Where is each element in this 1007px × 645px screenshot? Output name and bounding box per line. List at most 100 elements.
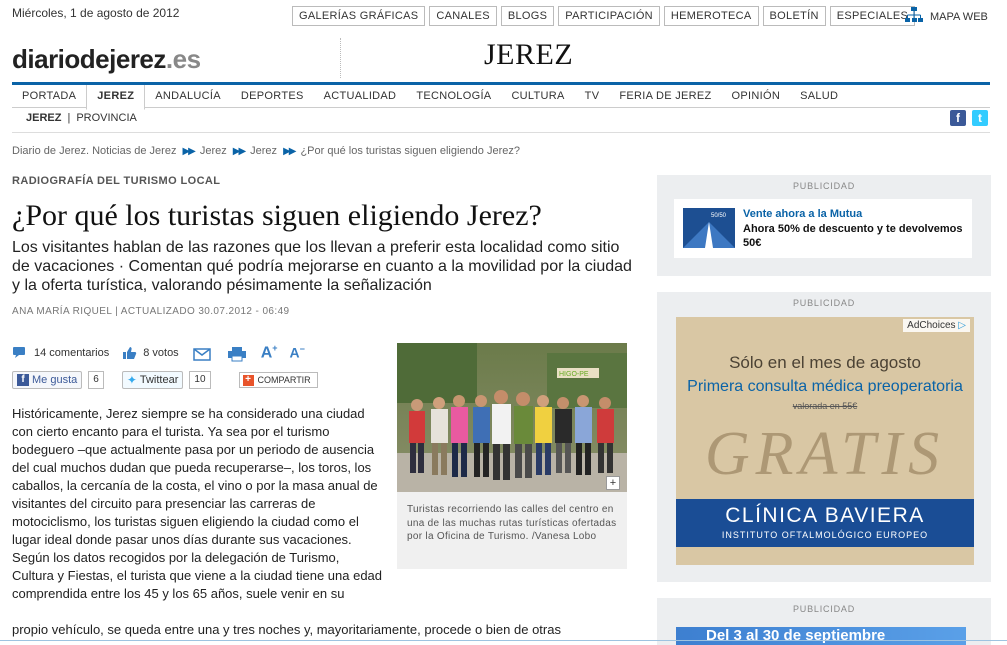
ad-mutua-image: 50/50 <box>683 208 735 248</box>
breadcrumb-arrow-icon: ▶▶ <box>182 145 195 157</box>
ad-block-3: PUBLICIDAD Del 3 al 30 de septiembre <box>657 598 991 645</box>
share-button[interactable]: + COMPARTIR <box>238 372 318 388</box>
ad-baviera[interactable]: AdChoices ▷ Sólo en el mes de agosto Pri… <box>676 317 974 565</box>
breadcrumb-arrow-icon: ▶▶ <box>232 145 246 157</box>
comments-count[interactable]: 14 comentarios <box>34 347 109 359</box>
font-decrease-button[interactable]: A− <box>290 344 305 361</box>
share-plus-icon: + <box>242 374 254 386</box>
tweet-button[interactable]: ✦ Twittear <box>121 371 184 389</box>
ad-mutua-desc: Ahora 50% de descuento y te devolvemos 5… <box>743 223 963 249</box>
breadcrumb-home[interactable]: Diario de Jerez. Noticias de Jerez <box>12 145 176 157</box>
article-body-continuation: propio vehículo, se queda entre una y tr… <box>12 622 561 637</box>
article-byline: ANA MARÍA RIQUEL | ACTUALIZADO 30.07.201… <box>12 306 290 317</box>
nav-jerez[interactable]: JEREZ <box>86 85 146 110</box>
article-subhead: Los visitantes hablan de las razones que… <box>12 239 632 294</box>
ad-baviera-line3: valorada en 55€ <box>792 401 858 411</box>
ad-label: PUBLICIDAD <box>792 298 855 308</box>
ad-baviera-line1: Sólo en el mes de agosto <box>729 353 921 372</box>
site-logo[interactable]: diariodejerez.es <box>12 44 201 75</box>
ad-mutua-image-text: 50/50 <box>711 213 727 219</box>
masthead-divider <box>340 38 341 78</box>
facebook-like-button[interactable]: f Me gusta <box>12 371 83 389</box>
nav-salud[interactable]: SALUD <box>790 85 848 108</box>
nav-actualidad[interactable]: ACTUALIDAD <box>314 85 407 108</box>
logo-main: diariodejerez <box>12 44 166 74</box>
top-bar: Miércoles, 1 de agosto de 2012 GALERÍAS … <box>0 0 1007 30</box>
font-increase-button[interactable]: A+ <box>261 343 278 362</box>
main-nav: PORTADA JEREZ ANDALUCÍA DEPORTES ACTUALI… <box>12 82 990 110</box>
twitter-icon[interactable]: t <box>972 110 988 126</box>
sitemap-label: MAPA WEB <box>930 10 988 23</box>
sitemap-link[interactable]: MAPA WEB <box>904 7 988 26</box>
adchoices-link[interactable]: AdChoices ▷ <box>903 319 970 332</box>
email-icon[interactable] <box>192 346 213 361</box>
topnav-blogs[interactable]: BLOGS <box>500 6 555 26</box>
breadcrumb-current: ¿Por qué los turistas siguen eligiendo J… <box>300 145 520 157</box>
nav-deportes[interactable]: DEPORTES <box>231 85 314 108</box>
expand-photo-button[interactable]: + <box>606 476 620 490</box>
photo-caption: Turistas recorriendo las calles del cent… <box>407 504 617 542</box>
article-tools: 14 comentarios 8 votos A+ A− <box>12 343 305 362</box>
ad-block-2: PUBLICIDAD AdChoices ▷ Sólo en el mes de… <box>657 292 991 582</box>
current-date: Miércoles, 1 de agosto de 2012 <box>12 6 180 20</box>
facebook-small-icon: f <box>17 374 29 386</box>
votes-count[interactable]: 8 votos <box>143 347 178 359</box>
nav-feria[interactable]: FERIA DE JEREZ <box>609 85 721 108</box>
print-icon[interactable] <box>227 346 247 362</box>
article-body: Históricamente, Jerez siempre se ha cons… <box>12 406 383 601</box>
vote-icon[interactable] <box>121 346 137 360</box>
topnav-participacion[interactable]: PARTICIPACIÓN <box>558 6 660 26</box>
bottom-divider <box>0 640 1007 641</box>
ad-block-1: PUBLICIDAD 50/50 Vente ahora a la Mutua … <box>657 175 991 276</box>
nav-tecnologia[interactable]: TECNOLOGÍA <box>406 85 501 108</box>
breadcrumb-jerez[interactable]: Jerez <box>200 145 227 157</box>
nav-portada[interactable]: PORTADA <box>12 85 86 108</box>
article-photo[interactable]: HIGO-PE <box>397 343 627 492</box>
nav-cultura[interactable]: CULTURA <box>501 85 574 108</box>
subnav-provincia[interactable]: PROVINCIA <box>76 112 137 124</box>
ad-baviera-sand-text: GRATIS <box>704 420 946 488</box>
like-count: 6 <box>88 371 104 389</box>
share-label: COMPARTIR <box>257 375 311 385</box>
sitemap-icon <box>904 7 924 26</box>
comments-icon[interactable] <box>12 346 28 360</box>
ad-mutua[interactable]: 50/50 Vente ahora a la Mutua Ahora 50% d… <box>674 199 972 258</box>
logo-tld: .es <box>165 44 201 74</box>
nav-opinion[interactable]: OPINIÓN <box>722 85 791 108</box>
ad-mutua-title[interactable]: Vente ahora a la Mutua <box>743 208 862 220</box>
like-label: Me gusta <box>32 374 78 386</box>
topnav-boletin[interactable]: BOLETÍN <box>762 6 826 26</box>
article-headline: ¿Por qué los turistas siguen eligiendo J… <box>12 199 542 232</box>
tweet-label: Twittear <box>139 374 179 386</box>
twitter-bird-icon: ✦ <box>126 373 137 387</box>
top-nav: GALERÍAS GRÁFICAS CANALES BLOGS PARTICIP… <box>292 6 916 26</box>
ad-baviera-sub: INSTITUTO OFTALMOLÓGICO EUROPEO <box>721 530 929 540</box>
subnav-jerez[interactable]: JEREZ <box>26 112 61 124</box>
breadcrumb-arrow-icon: ▶▶ <box>283 145 296 157</box>
section-title: JEREZ <box>484 38 574 71</box>
facebook-icon[interactable]: f <box>950 110 966 126</box>
subnav-divider <box>12 132 990 133</box>
nav-andalucia[interactable]: ANDALUCÍA <box>145 85 231 108</box>
photo-box: HIGO-PE + Turistas recorriendo las calle… <box>397 343 627 569</box>
topnav-especiales[interactable]: ESPECIALES <box>829 6 916 26</box>
ad-baviera-band: CLÍNICA BAVIERA INSTITUTO OFTALMOLÓGICO … <box>676 499 974 547</box>
ad-label: PUBLICIDAD <box>792 604 855 614</box>
breadcrumb-jerez-2[interactable]: Jerez <box>250 145 277 157</box>
ad-baviera-brand: CLÍNICA BAVIERA <box>725 504 925 527</box>
ad-baviera-line2: Primera consulta médica preoperatoria <box>687 378 963 395</box>
tweet-count: 10 <box>189 371 211 389</box>
breadcrumb: Diario de Jerez. Noticias de Jerez ▶▶ Je… <box>12 145 520 157</box>
article-kicker: RADIOGRAFÍA DEL TURISMO LOCAL <box>12 175 221 187</box>
topnav-galerias[interactable]: GALERÍAS GRÁFICAS <box>292 6 426 26</box>
subnav-separator: | <box>67 112 71 124</box>
ad-septiembre[interactable]: Del 3 al 30 de septiembre <box>676 627 966 645</box>
ad-label: PUBLICIDAD <box>792 181 855 191</box>
share-row: f Me gusta 6 ✦ Twittear 10 + COMPARTIR <box>12 371 318 389</box>
adchoices-icon: ▷ <box>958 320 966 331</box>
topnav-hemeroteca[interactable]: HEMEROTECA <box>663 6 759 26</box>
sub-nav: JEREZ | PROVINCIA <box>26 112 137 124</box>
topnav-canales[interactable]: CANALES <box>429 6 497 26</box>
nav-tv[interactable]: TV <box>575 85 610 108</box>
ad-septiembre-text: Del 3 al 30 de septiembre <box>706 627 886 644</box>
